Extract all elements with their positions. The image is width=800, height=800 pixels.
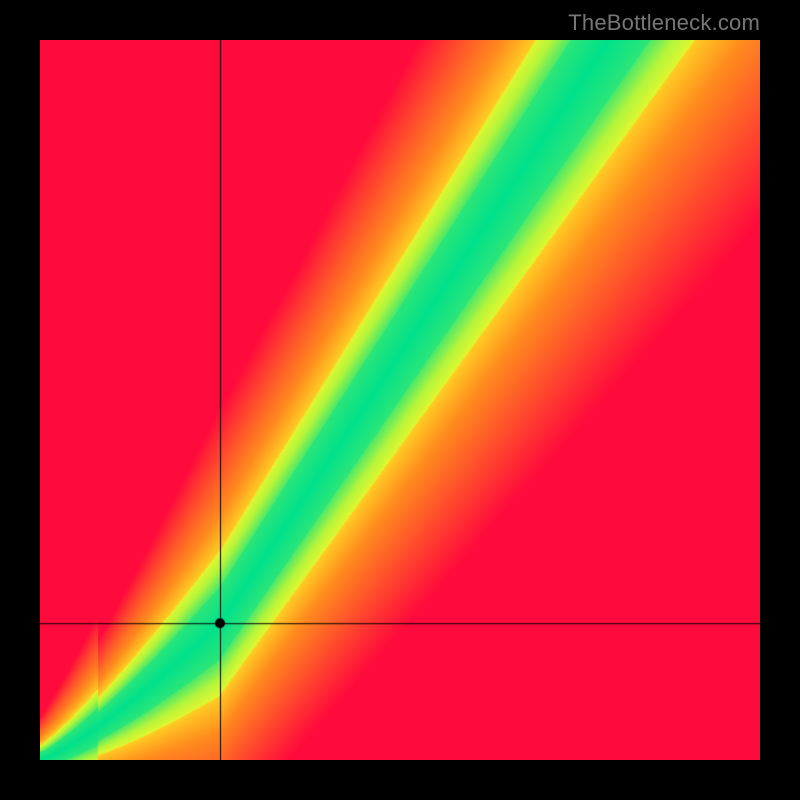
heatmap-canvas <box>40 40 760 760</box>
chart-frame: TheBottleneck.com <box>0 0 800 800</box>
heatmap-plot <box>40 40 760 760</box>
watermark-text: TheBottleneck.com <box>568 10 760 36</box>
